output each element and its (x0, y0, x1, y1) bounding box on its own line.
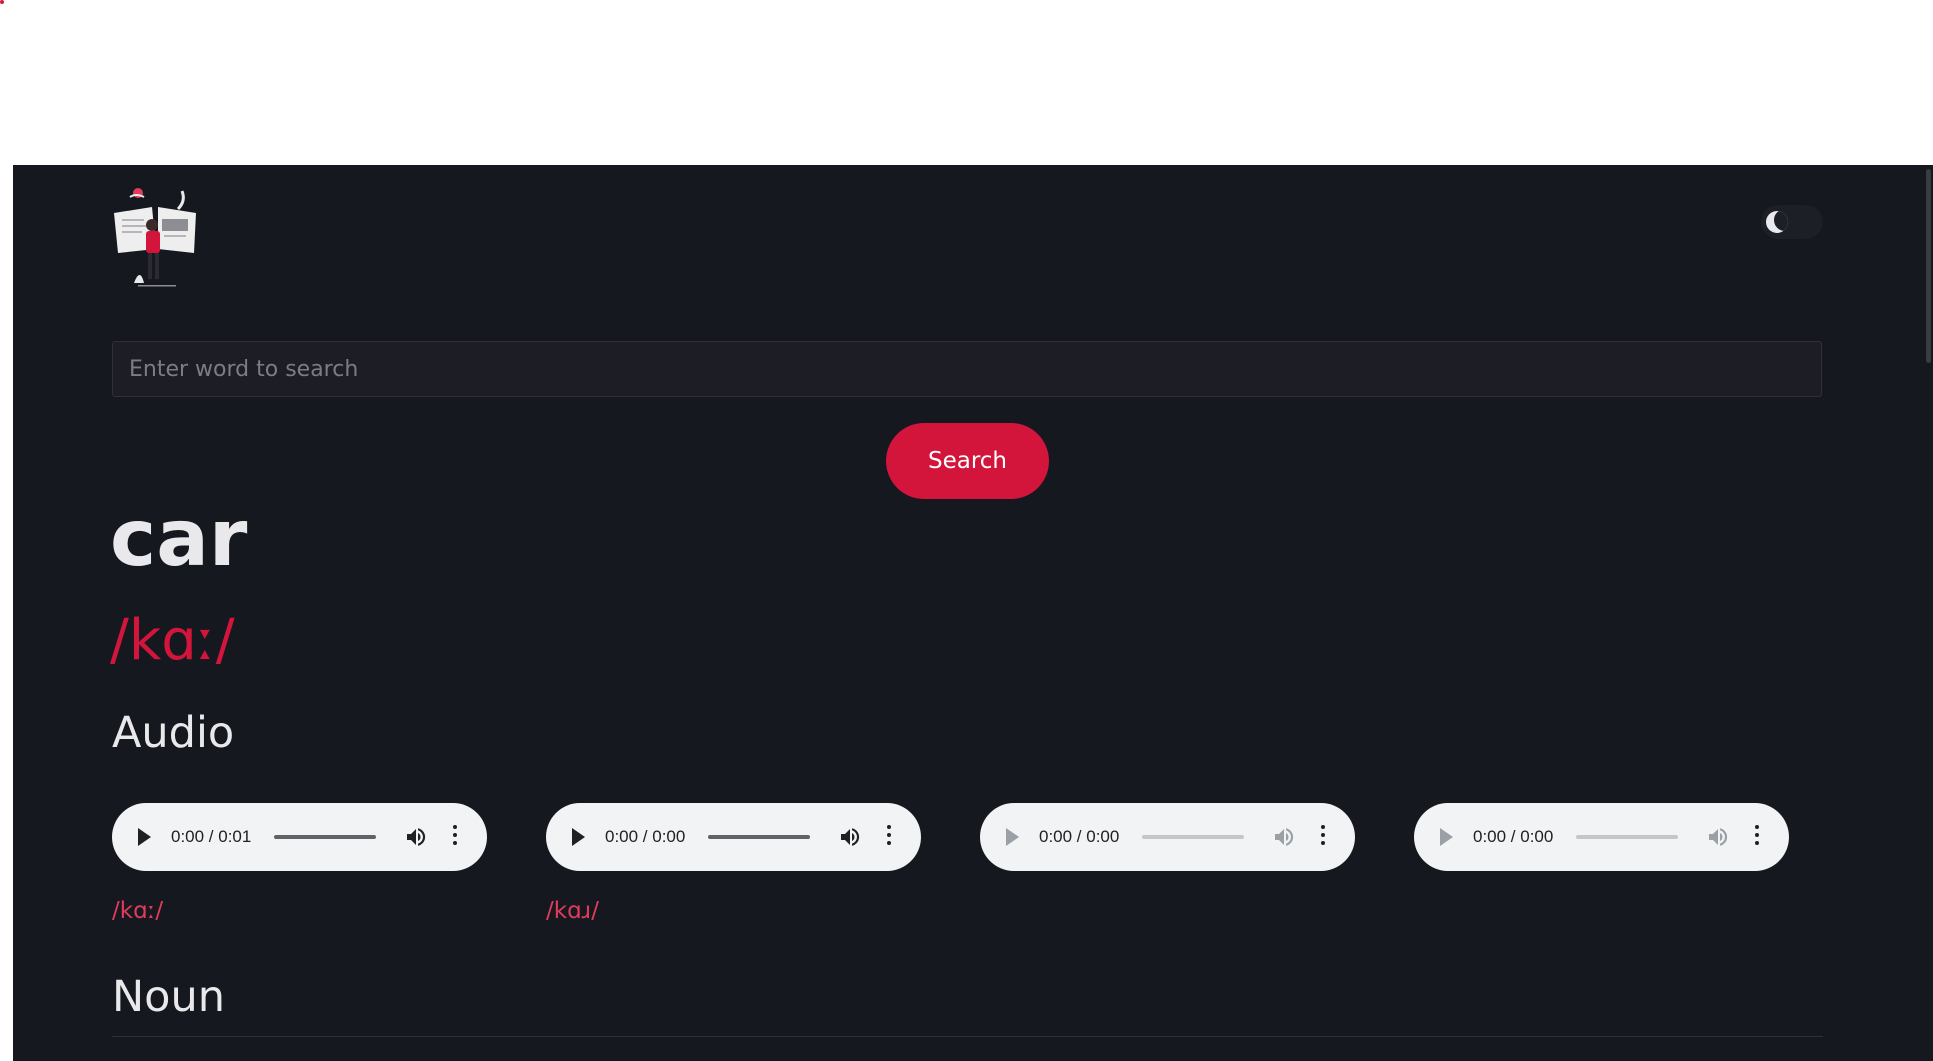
audio-progress-bar[interactable] (1576, 835, 1678, 839)
dictionary-app: Search car /kɑː/ Audio 0:00 / 0:01 /kɑː/… (13, 165, 1933, 1061)
more-options-icon[interactable] (886, 825, 892, 849)
play-icon[interactable] (1006, 828, 1019, 846)
play-icon[interactable] (572, 828, 585, 846)
audio-time: 0:00 / 0:00 (1039, 827, 1120, 846)
play-icon[interactable] (138, 828, 151, 846)
part-of-speech-heading: Noun (112, 972, 225, 1022)
audio-player: 0:00 / 0:00 (1414, 803, 1789, 871)
audio-phonetic-label: /kɑː/ (112, 898, 164, 924)
audio-player: 0:00 / 0:01 (112, 803, 487, 871)
more-options-icon[interactable] (1320, 825, 1326, 849)
scrollbar-thumb[interactable] (1926, 169, 1931, 363)
volume-icon[interactable] (1706, 825, 1730, 849)
moon-icon (1766, 211, 1788, 233)
audio-player: 0:00 / 0:00 (980, 803, 1355, 871)
corner-marker (0, 0, 4, 4)
more-options-icon[interactable] (452, 825, 458, 849)
audio-player: 0:00 / 0:00 (546, 803, 921, 871)
search-button[interactable]: Search (886, 423, 1049, 499)
audio-progress-bar[interactable] (708, 835, 810, 839)
audio-heading: Audio (112, 708, 235, 758)
word-phonetic: /kɑː/ (110, 608, 235, 673)
theme-toggle[interactable] (1761, 205, 1823, 239)
audio-progress-bar[interactable] (1142, 835, 1244, 839)
volume-icon[interactable] (838, 825, 862, 849)
audio-time: 0:00 / 0:00 (605, 827, 686, 846)
audio-phonetic-label: /kɑɹ/ (546, 898, 599, 924)
play-icon[interactable] (1440, 828, 1453, 846)
search-input[interactable] (112, 341, 1822, 397)
audio-time: 0:00 / 0:01 (171, 827, 252, 846)
section-divider (112, 1036, 1823, 1037)
audio-progress-bar[interactable] (274, 835, 376, 839)
more-options-icon[interactable] (1754, 825, 1760, 849)
logo-illustration (112, 187, 202, 291)
word-title: car (110, 494, 248, 584)
audio-time: 0:00 / 0:00 (1473, 827, 1554, 846)
volume-icon[interactable] (1272, 825, 1296, 849)
scrollbar[interactable] (1923, 165, 1933, 1061)
volume-icon[interactable] (404, 825, 428, 849)
